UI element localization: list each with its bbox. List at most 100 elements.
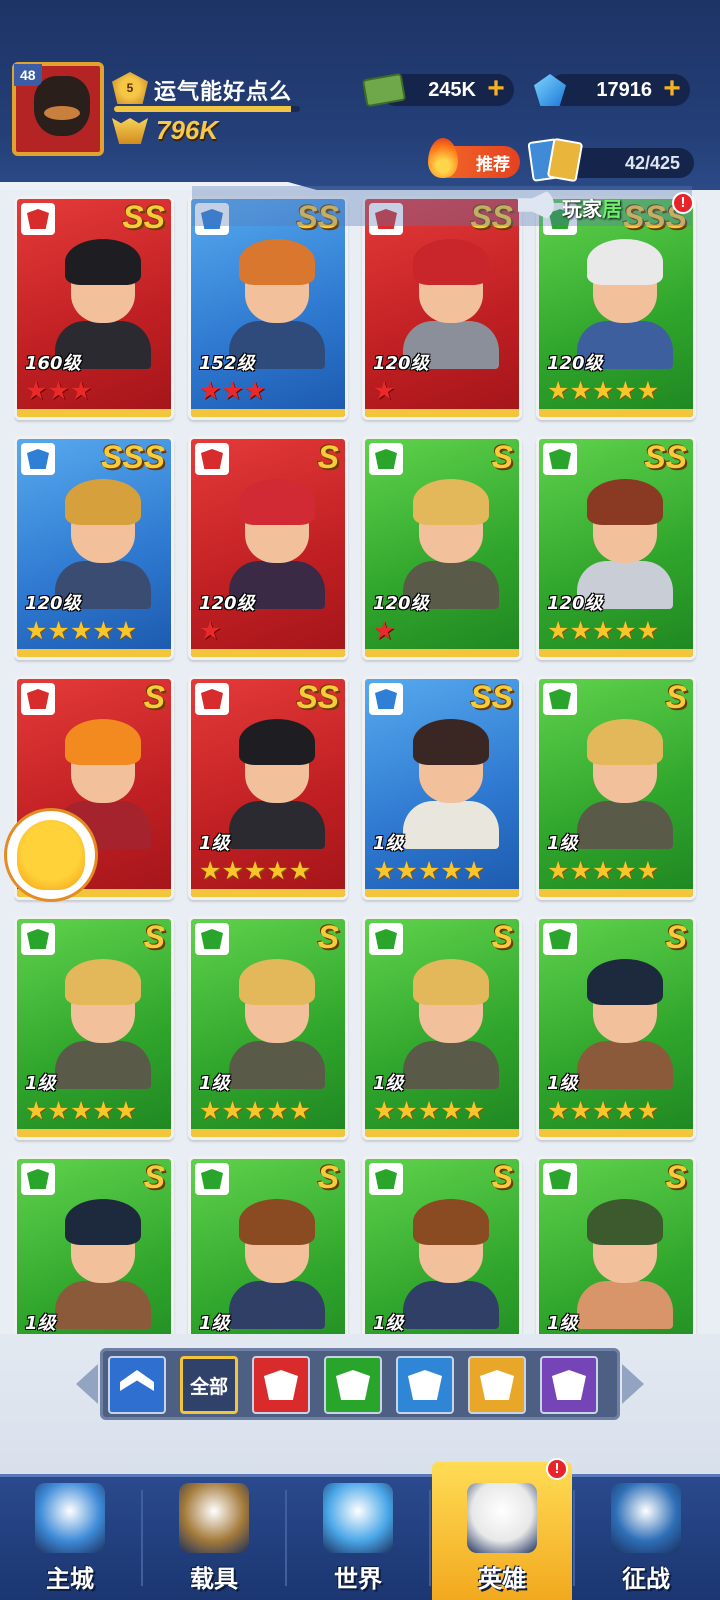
filter-purple-tab[interactable] xyxy=(540,1356,598,1414)
hero-grade: SS xyxy=(296,679,339,715)
hero-class-icon xyxy=(543,443,577,475)
nav-tab-3[interactable]: 英雄 xyxy=(432,1462,572,1600)
hero-class-icon xyxy=(21,443,55,475)
add-gems-button[interactable]: + xyxy=(660,74,684,104)
filter-gold-tab[interactable] xyxy=(468,1356,526,1414)
hero-class-icon xyxy=(369,443,403,475)
hero-grade: S xyxy=(143,679,165,715)
hero-card[interactable]: S 1级 xyxy=(362,1156,522,1334)
star-icon: ★ xyxy=(199,856,222,885)
star-icon: ★ xyxy=(373,856,396,885)
filter-blue-tab[interactable] xyxy=(396,1356,454,1414)
hero-card[interactable]: S 120级 ★ xyxy=(362,436,522,660)
filter-green-tab[interactable] xyxy=(324,1356,382,1414)
star-icon: ★ xyxy=(199,376,222,405)
star-icon: ★ xyxy=(114,1096,138,1125)
hero-class-icon xyxy=(21,1163,55,1195)
nav-tab-4[interactable]: 征战 xyxy=(576,1474,716,1600)
star-icon: ★ xyxy=(114,616,138,645)
hero-portrait xyxy=(225,239,329,369)
hero-grade: SS xyxy=(644,439,687,475)
star-icon: ★ xyxy=(440,856,463,885)
hero-card[interactable]: S 1级 ★ ★ ★ ★ ★ xyxy=(362,916,522,1140)
nav-tab-0[interactable]: 主城 xyxy=(0,1474,140,1600)
hero-card[interactable]: SS 152级 ★ ★ ★ xyxy=(188,196,348,420)
hero-card[interactable]: SS 1级 ★ ★ ★ ★ ★ xyxy=(188,676,348,900)
add-cash-button[interactable]: + xyxy=(484,74,508,104)
hero-grade: S xyxy=(665,919,687,955)
hero-card[interactable]: SS 1级 ★ ★ ★ ★ ★ xyxy=(362,676,522,900)
hero-class-icon xyxy=(195,923,229,955)
star-icon: ★ xyxy=(288,856,312,885)
hero-card[interactable]: S 1级 ★ ★ ★ ★ ★ xyxy=(536,916,696,1140)
filter-sort-tab[interactable] xyxy=(108,1356,166,1414)
hero-level: 1级 xyxy=(199,833,230,854)
star-icon: ★ xyxy=(373,616,396,645)
hero-card[interactable]: SSS 120级 ★ ★ ★ ★ ★ xyxy=(536,196,696,420)
ticker-message: 玩家居 xyxy=(562,193,622,222)
hero-grade: S xyxy=(665,1159,687,1195)
hero-grade: S xyxy=(317,919,339,955)
hero-card[interactable]: S 1级 ★ ★ ★ ★ ★ xyxy=(188,916,348,1140)
hero-level: 1级 xyxy=(373,1313,404,1334)
hero-card[interactable]: S 1级 xyxy=(536,1156,696,1334)
avatar-image xyxy=(34,76,90,136)
star-icon: ★ xyxy=(636,616,660,645)
star-icon: ★ xyxy=(591,376,615,405)
hero-grade: SS xyxy=(122,199,165,235)
mascot-icon xyxy=(17,820,85,890)
hero-class-icon xyxy=(543,683,577,715)
eye-triangle-icon xyxy=(552,1370,586,1400)
floating-assistant-button[interactable] xyxy=(4,808,98,902)
star-icon: ★ xyxy=(440,1096,463,1125)
hero-portrait xyxy=(225,479,329,609)
hero-grade: SSS xyxy=(100,439,165,475)
hero-card[interactable]: SSS 120级 ★ ★ ★ ★ ★ xyxy=(14,436,174,660)
hero-class-icon xyxy=(195,443,229,475)
hero-portrait xyxy=(225,1199,329,1329)
hero-level: 120级 xyxy=(547,593,603,614)
star-icon: ★ xyxy=(266,1096,289,1125)
hero-card[interactable]: SS 120级 ★ xyxy=(362,196,522,420)
combat-power: 796K xyxy=(156,115,219,145)
hero-card[interactable]: S 1级 ★ ★ ★ ★ ★ xyxy=(536,676,696,900)
hero-card[interactable]: S 1级 ★ ★ ★ ★ ★ xyxy=(14,916,174,1140)
star-icon: ★ xyxy=(92,1096,115,1125)
hero-star-rating: ★ ★ ★ ★ ★ xyxy=(547,617,659,645)
star-icon: ★ xyxy=(243,376,267,405)
hero-card[interactable]: S 1级 xyxy=(188,1156,348,1334)
star-icon: ★ xyxy=(636,1096,660,1125)
nav-tab-2[interactable]: 世界 xyxy=(288,1474,428,1600)
hero-level: 120级 xyxy=(199,593,255,614)
hero-class-icon xyxy=(543,1163,577,1195)
filter-all-tab[interactable]: 全部 xyxy=(180,1356,238,1414)
filter-red-tab[interactable] xyxy=(252,1356,310,1414)
hero-star-rating: ★ ★ ★ ★ ★ xyxy=(199,1097,311,1125)
star-icon: ★ xyxy=(47,616,70,645)
hero-level: 160级 xyxy=(25,353,81,374)
hero-card[interactable]: SS 160级 ★ ★ ★ xyxy=(14,196,174,420)
hero-card[interactable]: S 120级 ★ xyxy=(188,436,348,660)
hero-class-icon xyxy=(369,683,403,715)
nav-tab-label: 世界 xyxy=(334,1565,382,1593)
nav-tab-label: 主城 xyxy=(46,1565,94,1593)
player-level-badge: 48 xyxy=(14,64,42,86)
star-icon: ★ xyxy=(47,1096,70,1125)
hero-portrait xyxy=(399,959,503,1089)
nav-tab-1[interactable]: 载具 xyxy=(144,1474,284,1600)
dna-icon xyxy=(480,1370,514,1400)
shield-star-icon xyxy=(264,1370,298,1400)
star-icon: ★ xyxy=(69,616,93,645)
hero-card[interactable]: SS 120级 ★ ★ ★ ★ ★ xyxy=(536,436,696,660)
hero-class-icon xyxy=(369,923,403,955)
star-icon: ★ xyxy=(373,1096,396,1125)
cards-icon xyxy=(526,137,584,183)
star-icon: ★ xyxy=(25,616,48,645)
hero-level: 120级 xyxy=(373,353,429,374)
xp-progress-bar xyxy=(114,106,300,112)
hero-card[interactable]: S 1级 xyxy=(14,1156,174,1334)
hero-level: 1级 xyxy=(25,1073,56,1094)
flame-icon xyxy=(428,138,458,178)
hero-star-rating: ★ xyxy=(373,617,395,645)
hero-level: 1级 xyxy=(547,1313,578,1334)
